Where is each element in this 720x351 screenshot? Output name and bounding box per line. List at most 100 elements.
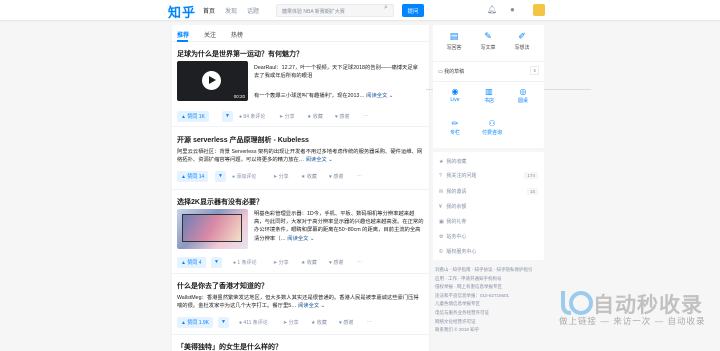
upvote-button[interactable]: ▲ 赞同 14 [177, 171, 209, 182]
search-input[interactable]: 糖果体验 NBA 新赛期扩大赛 [276, 4, 394, 17]
read-more-link[interactable]: 阅读全文 [306, 157, 327, 163]
nav-discover[interactable]: 发现 [225, 6, 237, 15]
read-more-link[interactable]: 阅读全文 [366, 93, 387, 99]
divider [433, 61, 544, 62]
footer-line[interactable]: 儿童色情信息举报专区 [435, 300, 547, 309]
personal-links-panel: ★ 我的收藏 ? 我关注的问题 174 ✉ 我的邀请 15 ¥ 我的余额 ▣ 我… [433, 152, 544, 260]
write-answer-button[interactable]: ▤ 写回答 [439, 31, 469, 51]
avatar[interactable] [533, 4, 545, 16]
tab-hot[interactable]: 热榜 [231, 30, 243, 39]
question-title[interactable]: 「美得独特」的女生是什么样的？ [177, 342, 282, 351]
upvote-button[interactable]: ▲ 赞同 1.9K [177, 317, 214, 328]
comment-button[interactable]: ● 84 条评论 [239, 113, 265, 120]
sidebar-item-invitations[interactable]: ✉ 我的邀请 [439, 188, 466, 195]
sidebar-item-service-center[interactable]: ⚙ 站务中心 [439, 233, 466, 240]
more-menu-icon[interactable]: ··· [357, 173, 362, 179]
question-title[interactable]: 什么是你去了香港才知道的？ [177, 281, 268, 291]
share-button[interactable]: ➤ 分享 [279, 113, 295, 120]
footer-line[interactable]: 应用 · 工作 · 申请开通知乎机构号 [435, 275, 547, 284]
answer-excerpt-line[interactable]: 有一个轰爆三小球送叫“有趣播利”，现在2013… 阅读全文 ⌄ [254, 92, 426, 100]
footer-line: 网络文化经营许可证 [435, 318, 476, 324]
tab-recommend[interactable]: 推荐 [177, 30, 189, 39]
downvote-button[interactable]: ▼ [222, 111, 233, 122]
share-button[interactable]: ➤ 分享 [273, 173, 289, 180]
downvote-button[interactable]: ▼ [211, 257, 222, 268]
thanks-button[interactable]: ♥ 感谢 [339, 319, 353, 326]
ask-question-button[interactable]: 提问 [402, 4, 424, 17]
read-more-link[interactable]: 阅读全文 [298, 303, 319, 309]
divider [433, 81, 544, 82]
message-icon[interactable]: ● [510, 5, 515, 14]
monitor-thumbnail[interactable] [177, 209, 248, 249]
top-navigation-bar: 知乎 首页 发现 话题 糖果体验 NBA 新赛期扩大赛 ⌕ 提问 🔔︎ ● [0, 0, 720, 20]
paid-consult-button[interactable]: ⚇ 付费咨询 [475, 119, 509, 136]
bell-icon[interactable]: 🔔︎ [487, 5, 497, 14]
upvote-button[interactable]: ▲ 赞同 4 [177, 257, 206, 268]
bookstore-button[interactable]: ▥ 书店 [475, 87, 503, 104]
answer-excerpt[interactable]: WallstMeg：香港虽然繁荣发达地区，但大多数人其实还是很普通的。香港人民是… [177, 294, 423, 310]
more-menu-icon[interactable]: ··· [363, 113, 368, 119]
question-title[interactable]: 开源 serverless 产品原理剖析 - Kubeless [177, 135, 309, 145]
more-menu-icon[interactable]: ··· [367, 319, 372, 325]
sidebar-item-copyright-center[interactable]: © 版权服务中心 [439, 248, 476, 255]
consult-icon: ⚇ [488, 119, 496, 128]
write-article-button[interactable]: ✎ 写文章 [473, 31, 503, 51]
star-icon: ★ [439, 159, 444, 165]
question-title[interactable]: 足球为什么是世界第一运动？有何魅力？ [177, 49, 303, 59]
drafts-link[interactable]: ▭ 我的草稿 5 [438, 65, 539, 77]
thanks-button[interactable]: ♥ 感谢 [335, 113, 349, 120]
more-menu-icon[interactable]: ··· [357, 259, 362, 265]
comment-button[interactable]: ● 411 条评论 [239, 319, 268, 326]
watermark-subtitle: 做上链接 — 来访一次 — 自动收录 [559, 316, 706, 326]
column-button[interactable]: ✏ 专栏 [441, 119, 469, 136]
nav-topics[interactable]: 话题 [247, 6, 259, 15]
monitor-screen-image [182, 214, 242, 242]
answer-excerpt[interactable]: 明基色彩管理显示器：1D今，手机、平板、数码相机等分辨率越来越高，与此同时，大家… [254, 210, 424, 243]
service-icon: ⚙ [439, 234, 444, 240]
collect-button[interactable]: ★ 收藏 [301, 259, 317, 266]
downvote-button[interactable]: ▼ [218, 317, 229, 328]
live-button[interactable]: ◉ Live [441, 87, 469, 103]
sidebar-item-followed-questions[interactable]: ? 我关注的问题 [439, 172, 476, 179]
upvote-button[interactable]: ▲ 赞同 1K [177, 111, 209, 122]
zhihu-logo[interactable]: 知乎 [168, 2, 196, 21]
answer-actions: ▲ 赞同 1K ▼ ● 84 条评论 ➤ 分享 ★ 收藏 ♥ 感谢 ··· [177, 111, 427, 122]
tab-following[interactable]: 关注 [204, 30, 216, 39]
invitations-count: 15 [526, 188, 538, 195]
watermark-logo [561, 291, 593, 315]
share-button[interactable]: ➤ 分享 [273, 259, 289, 266]
wallet-icon: ¥ [439, 204, 442, 210]
answer-actions: ▲ 赞同 4 ▼ ● 1 条评论 ➤ 分享 ★ 收藏 ♥ 感谢 ··· [177, 257, 427, 268]
answer-icon: ▤ [449, 31, 459, 41]
downvote-button[interactable]: ▼ [215, 171, 226, 182]
active-tab-indicator [177, 40, 188, 42]
collect-button[interactable]: ★ 收藏 [307, 113, 323, 120]
footer-line[interactable]: 联系我们 © 2019 知乎 [435, 326, 547, 335]
copyright-icon: © [439, 249, 443, 255]
thanks-button[interactable]: ♥ 感谢 [329, 173, 343, 180]
sidebar-item-balance[interactable]: ¥ 我的余额 [439, 203, 466, 210]
comment-button[interactable]: ● 1 条评论 [233, 259, 257, 266]
write-idea-button[interactable]: ✐ 写想法 [507, 31, 537, 51]
answer-actions: ▲ 赞同 14 ▼ ● 添加评论 ➤ 分享 ★ 收藏 ♥ 感谢 ··· [177, 171, 427, 182]
video-thumbnail[interactable]: 00:20 [177, 61, 248, 101]
sidebar-item-coupons[interactable]: ▣ 我的礼券 [439, 218, 466, 225]
sidebar-item-favorites[interactable]: ★ 我的收藏 [439, 158, 466, 165]
play-icon[interactable] [202, 71, 221, 90]
footer-line[interactable]: 刘看山 · 知乎指南 · 知乎协议 · 知乎隐私保护指引 [435, 266, 547, 275]
feed-card: 「美得独特」的女生是什么样的？ [172, 340, 429, 351]
answer-excerpt[interactable]: 阿里云云栖社区：背景 Serverless 架构的出现让开发者不用过多地考虑传统… [177, 148, 423, 164]
feed-card: 足球为什么是世界第一运动？有何魅力？ 00:20 DearRaul：12.27，… [172, 47, 429, 127]
comment-button[interactable]: ● 添加评论 [232, 173, 256, 180]
collect-button[interactable]: ★ 收藏 [311, 319, 327, 326]
footer-line[interactable]: 侵权举报 · 网上有害信息举报专区 [435, 283, 547, 292]
roundtable-button[interactable]: ◎ 圆桌 [509, 87, 537, 104]
thanks-button[interactable]: ♥ 感谢 [329, 259, 343, 266]
question-title[interactable]: 选择2K显示器有没有必要？ [177, 197, 263, 207]
answer-excerpt[interactable]: DearRaul：12.27，叶一个视频，天下足球2018的告别——痛博天足拿去… [254, 64, 422, 80]
nav-home[interactable]: 首页 [203, 6, 215, 15]
read-more-link[interactable]: 阅读全文 [287, 236, 308, 242]
search-icon[interactable]: ⌕ [384, 4, 388, 12]
collect-button[interactable]: ★ 收藏 [301, 173, 317, 180]
share-button[interactable]: ➤ 分享 [283, 319, 299, 326]
